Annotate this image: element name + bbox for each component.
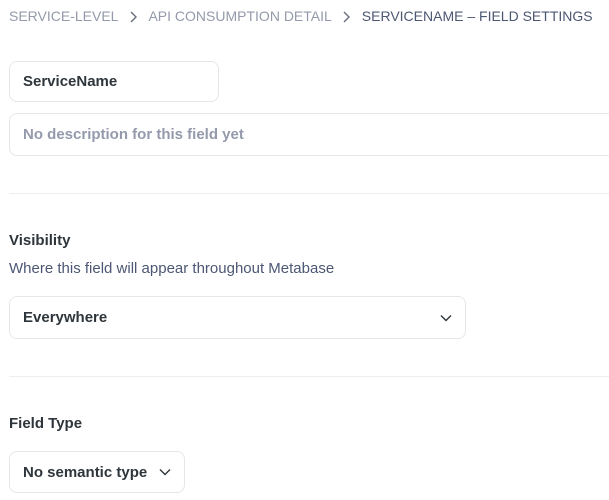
breadcrumb-item-api-consumption-detail[interactable]: API CONSUMPTION DETAIL (148, 8, 331, 24)
section-divider (9, 376, 609, 377)
field-type-select[interactable]: No semantic type (9, 451, 185, 493)
visibility-selected-value: Everywhere (23, 309, 108, 326)
field-name-input[interactable] (9, 61, 219, 102)
chevron-down-icon (440, 314, 452, 322)
field-type-selected-value: No semantic type (23, 463, 148, 481)
field-settings-page: SERVICE-LEVEL API CONSUMPTION DETAIL SER… (0, 0, 609, 500)
chevron-right-icon (118, 9, 148, 24)
breadcrumb: SERVICE-LEVEL API CONSUMPTION DETAIL SER… (9, 7, 593, 25)
breadcrumb-item-current: SERVICENAME – FIELD SETTINGS (361, 8, 593, 24)
visibility-title: Visibility (9, 232, 71, 249)
visibility-select[interactable]: Everywhere (9, 296, 466, 339)
chevron-right-icon (332, 9, 362, 24)
field-type-title: Field Type (9, 415, 83, 432)
section-divider (9, 193, 609, 194)
chevron-down-icon (159, 468, 171, 476)
breadcrumb-item-service-level[interactable]: SERVICE-LEVEL (9, 8, 118, 24)
field-description-input[interactable] (9, 113, 609, 156)
visibility-description: Where this field will appear throughout … (9, 260, 335, 277)
